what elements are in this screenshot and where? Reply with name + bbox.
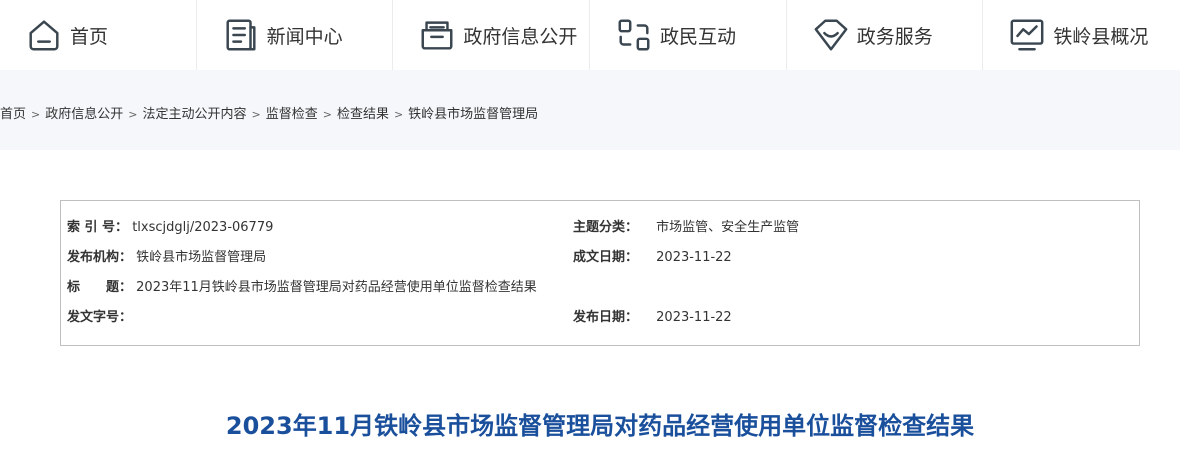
breadcrumb-separator: >: [393, 108, 404, 121]
meta-index-label: 索 引 号：: [67, 220, 129, 235]
breadcrumb: 首页 > 政府信息公开 > 法定主动公开内容 > 监督检查 > 检查结果 > 铁岭县市场监督管理局: [0, 103, 538, 122]
nav-label: 新闻中心: [266, 25, 343, 48]
meta-published: 发布日期： 2023-11-22: [573, 308, 732, 328]
main-nav: 首页 新闻中心 政府信息公开 政民互动 政务服务 铁岭县概况: [0, 0, 1180, 70]
nav-label: 政务服务: [856, 25, 933, 48]
folder-icon: [417, 15, 457, 55]
document-meta-table: 索 引 号： tlxscjdglj/2023-06779 主题分类： 市场监管、…: [60, 200, 1140, 346]
meta-created-value: 2023-11-22: [656, 250, 732, 265]
meta-docno: 发文字号：: [67, 308, 136, 328]
nav-item-home[interactable]: 首页: [0, 0, 197, 70]
nav-item-news[interactable]: 新闻中心: [197, 0, 394, 70]
overview-icon: [1007, 15, 1047, 55]
nav-item-service[interactable]: 政务服务: [787, 0, 984, 70]
breadcrumb-item-supervision[interactable]: 监督检查: [266, 107, 318, 122]
meta-docno-label: 发文字号：: [67, 310, 133, 325]
breadcrumb-separator: >: [128, 108, 138, 121]
nav-label: 政民互动: [660, 25, 737, 48]
meta-title-value: 2023年11月铁岭县市场监督管理局对药品经营使用单位监督检查结果: [136, 280, 537, 295]
meta-topic-label: 主题分类：: [573, 220, 639, 235]
meta-title-label: 标 题：: [67, 280, 133, 295]
meta-topic: 主题分类： 市场监管、安全生产监管: [573, 218, 799, 238]
meta-index: 索 引 号： tlxscjdglj/2023-06779: [67, 218, 273, 238]
nav-item-overview[interactable]: 铁岭县概况: [983, 0, 1180, 70]
meta-created-label: 成文日期：: [573, 250, 639, 265]
breadcrumb-item-home[interactable]: 首页: [0, 107, 26, 122]
interaction-icon: [614, 15, 654, 55]
breadcrumb-item-gov-info[interactable]: 政府信息公开: [45, 107, 123, 122]
meta-published-label: 发布日期：: [573, 310, 639, 325]
nav-label: 铁岭县概况: [1053, 25, 1149, 48]
meta-title: 标 题： 2023年11月铁岭县市场监督管理局对药品经营使用单位监督检查结果: [67, 278, 537, 298]
breadcrumb-item-statutory[interactable]: 法定主动公开内容: [142, 107, 246, 122]
article-title: 2023年11月铁岭县市场监督管理局对药品经营使用单位监督检查结果: [225, 412, 975, 440]
nav-item-gov-info[interactable]: 政府信息公开: [393, 0, 591, 70]
breadcrumb-item-bureau[interactable]: 铁岭县市场监督管理局: [408, 107, 538, 122]
meta-publisher: 发布机构： 铁岭县市场监督管理局: [67, 248, 266, 268]
meta-publisher-label: 发布机构：: [67, 250, 133, 265]
breadcrumb-item-results[interactable]: 检查结果: [337, 107, 389, 122]
breadcrumb-separator: >: [31, 108, 41, 121]
nav-item-interaction[interactable]: 政民互动: [590, 0, 787, 70]
meta-topic-value: 市场监管、安全生产监管: [656, 220, 800, 235]
meta-publisher-value: 铁岭县市场监督管理局: [136, 250, 267, 265]
meta-index-value: tlxscjdglj/2023-06779: [132, 220, 274, 235]
breadcrumb-separator: >: [251, 108, 261, 121]
breadcrumb-separator: >: [322, 108, 332, 121]
meta-published-value: 2023-11-22: [656, 310, 732, 325]
nav-label: 首页: [70, 25, 109, 48]
home-icon: [24, 15, 64, 55]
nav-label: 政府信息公开: [463, 25, 578, 48]
breadcrumb-bar: 首页 > 政府信息公开 > 法定主动公开内容 > 监督检查 > 检查结果 > 铁岭县市场监督管理局: [0, 70, 1180, 150]
service-icon: [811, 15, 851, 55]
meta-created: 成文日期： 2023-11-22: [573, 248, 732, 268]
news-icon: [221, 15, 261, 55]
